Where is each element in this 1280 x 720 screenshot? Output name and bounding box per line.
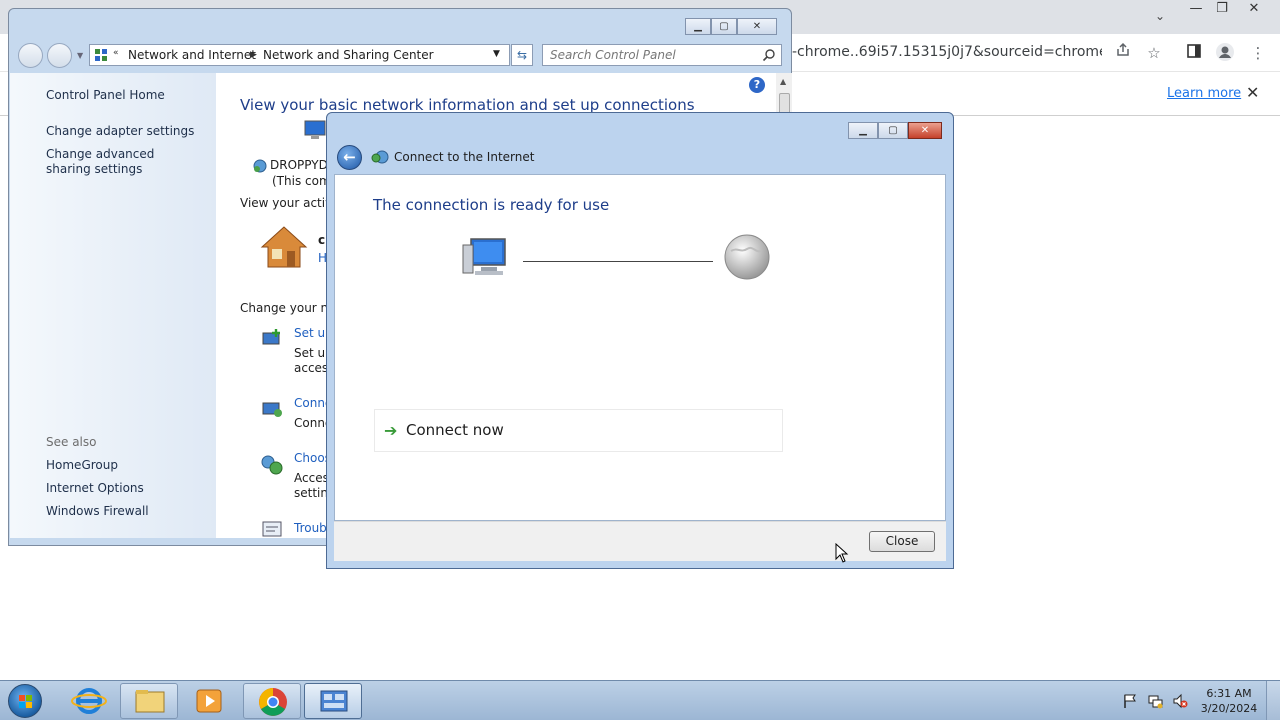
green-arrow-icon: ➔ (384, 421, 398, 440)
search-placeholder: Search Control Panel (550, 48, 676, 62)
action-center-flag-icon[interactable] (1122, 693, 1138, 709)
network-tray-icon[interactable] (1147, 693, 1163, 709)
dialog-footer: Close (334, 521, 946, 561)
back-button[interactable] (18, 43, 43, 68)
share-icon[interactable] (1112, 42, 1134, 64)
control-panel-taskbar-icon[interactable] (304, 683, 362, 719)
homegroup-link[interactable]: HomeGroup (46, 458, 118, 473)
recent-pages-chevron-icon[interactable]: ▼ (77, 51, 83, 60)
scroll-up-icon[interactable]: ▲ (780, 77, 786, 86)
profile-avatar-icon[interactable] (1214, 42, 1236, 64)
bookmark-star-icon[interactable]: ☆ (1143, 42, 1165, 64)
infobar-close-icon[interactable]: ✕ (1246, 83, 1259, 102)
network-name: c (318, 233, 326, 247)
chrome-close-button[interactable]: ✕ (1240, 0, 1268, 18)
connection-ready-heading: The connection is ready for use (373, 196, 610, 214)
internet-globe-icon (724, 234, 770, 280)
network-globe-icon (253, 159, 267, 173)
close-button[interactable]: Close (869, 531, 935, 552)
breadcrumb-network-sharing-center[interactable]: Network and Sharing Center (263, 48, 434, 62)
media-player-icon[interactable] (180, 683, 238, 719)
home-network-icon (260, 226, 308, 268)
windows-firewall-link[interactable]: Windows Firewall (46, 504, 149, 519)
chrome-taskbar-icon[interactable] (243, 683, 301, 719)
control-panel-icon (95, 49, 107, 61)
connect-now-button[interactable]: ➔ Connect now (374, 409, 783, 452)
nsc-minimize-button[interactable]: ▁ (685, 18, 711, 35)
nsc-sidebar: Control Panel Home Change adapter settin… (10, 73, 216, 538)
side-panel-icon[interactable] (1183, 42, 1205, 64)
computer-name: DROPPYDI (270, 158, 332, 172)
homegroup-sharing-icon (261, 455, 283, 475)
troubleshoot-icon (262, 521, 282, 537)
mouse-cursor-icon (835, 543, 849, 563)
address-bar[interactable]: « Network and Internet ▶ Network and Sha… (89, 44, 510, 66)
clock-time: 6:31 AM (1206, 687, 1252, 700)
refresh-icon[interactable]: ⇆ (511, 44, 533, 66)
taskbar-clock[interactable]: 6:31 AM 3/20/2024 (1198, 686, 1260, 716)
connect-to-internet-dialog: ▁ ▢ ✕ ← Connect to the Internet The conn… (326, 112, 954, 569)
breadcrumb-separator-icon[interactable]: ▶ (250, 50, 257, 60)
change-advanced-sharing-link[interactable]: Change advanced sharing settings (46, 147, 196, 177)
internet-explorer-icon[interactable] (60, 683, 118, 719)
file-explorer-icon[interactable] (120, 683, 178, 719)
dialog-title: Connect to the Internet (394, 150, 535, 164)
search-icon[interactable] (762, 48, 776, 62)
internet-options-link[interactable]: Internet Options (46, 481, 144, 496)
chrome-minimize-button[interactable]: — (1182, 0, 1210, 18)
dialog-maximize-button[interactable]: ▢ (878, 122, 908, 139)
connect-now-label: Connect now (406, 421, 504, 439)
show-desktop-button[interactable] (1266, 681, 1280, 720)
kebab-menu-icon[interactable]: ⋮ (1247, 42, 1269, 64)
connect-internet-icon (371, 150, 389, 164)
new-connection-icon (262, 329, 280, 345)
omnibox-url[interactable]: -chrome..69i57.15315j0j7&sourceid=chrome… (792, 44, 1102, 62)
dialog-close-button[interactable]: ✕ (908, 122, 942, 139)
volume-muted-icon[interactable] (1172, 693, 1188, 709)
nsc-maximize-button[interactable]: ▢ (711, 18, 737, 35)
task-choose-desc: Acces (294, 471, 329, 485)
chrome-restore-button[interactable]: ❐ (1208, 0, 1236, 18)
connection-line (523, 261, 713, 262)
help-icon[interactable]: ? (749, 77, 765, 93)
computer-icon (304, 120, 326, 139)
breadcrumb-network-and-internet[interactable]: Network and Internet (128, 48, 256, 62)
taskbar: 6:31 AM 3/20/2024 (0, 680, 1280, 720)
nsc-close-button[interactable]: ✕ (737, 18, 777, 35)
control-panel-home-link[interactable]: Control Panel Home (46, 88, 165, 103)
change-adapter-settings-link[interactable]: Change adapter settings (46, 124, 194, 139)
dialog-body: The connection is ready for use ➔ Connec… (334, 174, 946, 521)
computer-icon (462, 238, 506, 275)
nsc-window-controls: ▁ ▢ ✕ (685, 18, 777, 35)
connect-network-icon (262, 402, 282, 417)
tab-search-chevron-icon[interactable]: ⌄ (1150, 6, 1170, 26)
clock-date: 3/20/2024 (1200, 702, 1258, 715)
forward-button[interactable] (47, 43, 72, 68)
search-input[interactable]: Search Control Panel (542, 44, 782, 66)
dialog-minimize-button[interactable]: ▁ (848, 122, 878, 139)
breadcrumb-overflow[interactable]: « (113, 48, 119, 58)
learn-more-link[interactable]: Learn more (1167, 86, 1241, 101)
see-also-label: See also (46, 435, 97, 449)
dialog-window-controls: ▁ ▢ ✕ (848, 122, 942, 139)
windows-start-icon[interactable] (8, 684, 42, 718)
active-networks-label: View your active (240, 196, 340, 210)
task-troubleshoot-link[interactable]: Troub (294, 521, 327, 535)
address-dropdown-icon[interactable]: ▼ (493, 49, 500, 59)
dialog-back-arrow-icon[interactable]: ← (337, 145, 362, 170)
